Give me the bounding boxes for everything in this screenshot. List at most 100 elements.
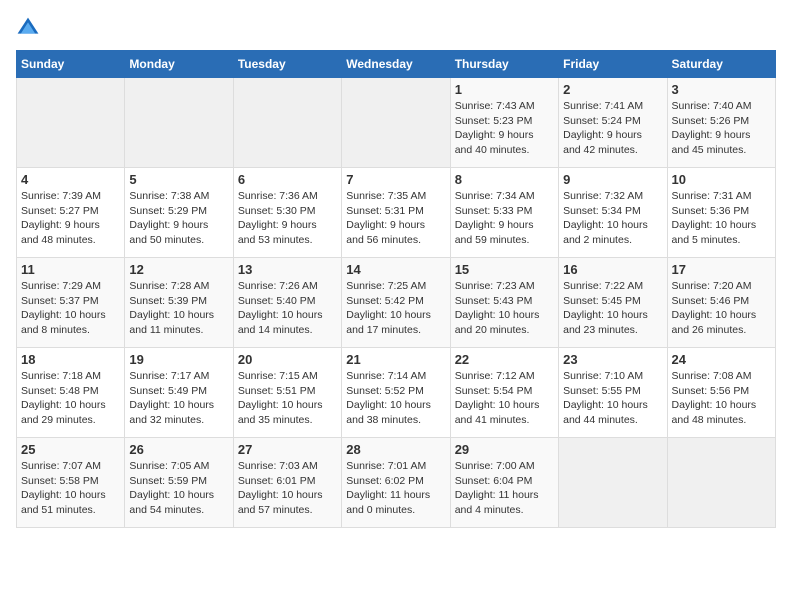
day-detail: Sunrise: 7:01 AM Sunset: 6:02 PM Dayligh… — [346, 459, 445, 518]
calendar-cell: 26 Sunrise: 7:05 AM Sunset: 5:59 PM Dayli… — [125, 438, 233, 528]
calendar-cell: 8 Sunrise: 7:34 AM Sunset: 5:33 PM Daylig… — [450, 168, 558, 258]
day-detail: Sunrise: 7:31 AM Sunset: 5:36 PM Dayligh… — [672, 189, 771, 248]
day-number: 18 — [21, 352, 120, 367]
calendar-cell: 19 Sunrise: 7:17 AM Sunset: 5:49 PM Dayli… — [125, 348, 233, 438]
day-detail: Sunrise: 7:15 AM Sunset: 5:51 PM Dayligh… — [238, 369, 337, 428]
calendar-cell: 10 Sunrise: 7:31 AM Sunset: 5:36 PM Dayli… — [667, 168, 775, 258]
day-detail: Sunrise: 7:08 AM Sunset: 5:56 PM Dayligh… — [672, 369, 771, 428]
week-row-2: 11 Sunrise: 7:29 AM Sunset: 5:37 PM Dayli… — [17, 258, 776, 348]
day-detail: Sunrise: 7:32 AM Sunset: 5:34 PM Dayligh… — [563, 189, 662, 248]
col-header-friday: Friday — [559, 51, 667, 78]
calendar-cell: 20 Sunrise: 7:15 AM Sunset: 5:51 PM Dayli… — [233, 348, 341, 438]
week-row-1: 4 Sunrise: 7:39 AM Sunset: 5:27 PM Daylig… — [17, 168, 776, 258]
day-number: 25 — [21, 442, 120, 457]
week-row-0: 1 Sunrise: 7:43 AM Sunset: 5:23 PM Daylig… — [17, 78, 776, 168]
calendar-cell — [233, 78, 341, 168]
calendar-cell: 3 Sunrise: 7:40 AM Sunset: 5:26 PM Daylig… — [667, 78, 775, 168]
calendar-cell: 15 Sunrise: 7:23 AM Sunset: 5:43 PM Dayli… — [450, 258, 558, 348]
day-number: 19 — [129, 352, 228, 367]
calendar-cell: 6Sunrise: 7:36 AM Sunset: 5:30 PM Daylig… — [233, 168, 341, 258]
day-number: 5 — [129, 172, 228, 187]
calendar-cell: 7 Sunrise: 7:35 AM Sunset: 5:31 PM Daylig… — [342, 168, 450, 258]
calendar-table: SundayMondayTuesdayWednesdayThursdayFrid… — [16, 50, 776, 528]
day-number: 17 — [672, 262, 771, 277]
day-number: 2 — [563, 82, 662, 97]
day-number: 26 — [129, 442, 228, 457]
day-number: 16 — [563, 262, 662, 277]
day-number: 20 — [238, 352, 337, 367]
day-detail: Sunrise: 7:43 AM Sunset: 5:23 PM Dayligh… — [455, 99, 554, 158]
day-number: 29 — [455, 442, 554, 457]
day-detail: Sunrise: 7:28 AM Sunset: 5:39 PM Dayligh… — [129, 279, 228, 338]
calendar-cell: 22 Sunrise: 7:12 AM Sunset: 5:54 PM Dayli… — [450, 348, 558, 438]
calendar-cell: 25 Sunrise: 7:07 AM Sunset: 5:58 PM Dayli… — [17, 438, 125, 528]
day-detail: Sunrise: 7:35 AM Sunset: 5:31 PM Dayligh… — [346, 189, 445, 248]
calendar-cell: 24 Sunrise: 7:08 AM Sunset: 5:56 PM Dayli… — [667, 348, 775, 438]
day-number: 22 — [455, 352, 554, 367]
day-number: 21 — [346, 352, 445, 367]
day-number: 27 — [238, 442, 337, 457]
calendar-cell — [125, 78, 233, 168]
calendar-cell: 5Sunrise: 7:38 AM Sunset: 5:29 PM Daylig… — [125, 168, 233, 258]
day-number: 8 — [455, 172, 554, 187]
day-detail: Sunrise: 7:14 AM Sunset: 5:52 PM Dayligh… — [346, 369, 445, 428]
page-header — [16, 16, 776, 40]
calendar-cell: 18 Sunrise: 7:18 AM Sunset: 5:48 PM Dayli… — [17, 348, 125, 438]
day-detail: Sunrise: 7:18 AM Sunset: 5:48 PM Dayligh… — [21, 369, 120, 428]
day-number: 11 — [21, 262, 120, 277]
calendar-cell: 23 Sunrise: 7:10 AM Sunset: 5:55 PM Dayli… — [559, 348, 667, 438]
calendar-cell: 12 Sunrise: 7:28 AM Sunset: 5:39 PM Dayli… — [125, 258, 233, 348]
logo — [16, 16, 44, 40]
calendar-cell — [342, 78, 450, 168]
day-number: 15 — [455, 262, 554, 277]
day-detail: Sunrise: 7:17 AM Sunset: 5:49 PM Dayligh… — [129, 369, 228, 428]
calendar-cell: 13Sunrise: 7:26 AM Sunset: 5:40 PM Dayli… — [233, 258, 341, 348]
day-detail: Sunrise: 7:07 AM Sunset: 5:58 PM Dayligh… — [21, 459, 120, 518]
day-detail: Sunrise: 7:23 AM Sunset: 5:43 PM Dayligh… — [455, 279, 554, 338]
header-row: SundayMondayTuesdayWednesdayThursdayFrid… — [17, 51, 776, 78]
calendar-cell — [559, 438, 667, 528]
day-detail: Sunrise: 7:10 AM Sunset: 5:55 PM Dayligh… — [563, 369, 662, 428]
day-detail: Sunrise: 7:25 AM Sunset: 5:42 PM Dayligh… — [346, 279, 445, 338]
day-number: 28 — [346, 442, 445, 457]
day-detail: Sunrise: 7:36 AM Sunset: 5:30 PM Dayligh… — [238, 189, 337, 248]
day-detail: Sunrise: 7:20 AM Sunset: 5:46 PM Dayligh… — [672, 279, 771, 338]
col-header-monday: Monday — [125, 51, 233, 78]
day-detail: Sunrise: 7:29 AM Sunset: 5:37 PM Dayligh… — [21, 279, 120, 338]
day-detail: Sunrise: 7:34 AM Sunset: 5:33 PM Dayligh… — [455, 189, 554, 248]
calendar-cell: 16 Sunrise: 7:22 AM Sunset: 5:45 PM Dayli… — [559, 258, 667, 348]
calendar-cell: 21 Sunrise: 7:14 AM Sunset: 5:52 PM Dayli… — [342, 348, 450, 438]
day-number: 10 — [672, 172, 771, 187]
calendar-cell — [17, 78, 125, 168]
col-header-saturday: Saturday — [667, 51, 775, 78]
day-detail: Sunrise: 7:41 AM Sunset: 5:24 PM Dayligh… — [563, 99, 662, 158]
day-number: 3 — [672, 82, 771, 97]
day-detail: Sunrise: 7:22 AM Sunset: 5:45 PM Dayligh… — [563, 279, 662, 338]
day-detail: Sunrise: 7:05 AM Sunset: 5:59 PM Dayligh… — [129, 459, 228, 518]
calendar-cell: 29Sunrise: 7:00 AM Sunset: 6:04 PM Dayli… — [450, 438, 558, 528]
week-row-3: 18 Sunrise: 7:18 AM Sunset: 5:48 PM Dayli… — [17, 348, 776, 438]
day-detail: Sunrise: 7:40 AM Sunset: 5:26 PM Dayligh… — [672, 99, 771, 158]
calendar-cell: 9 Sunrise: 7:32 AM Sunset: 5:34 PM Daylig… — [559, 168, 667, 258]
calendar-cell: 4 Sunrise: 7:39 AM Sunset: 5:27 PM Daylig… — [17, 168, 125, 258]
day-detail: Sunrise: 7:12 AM Sunset: 5:54 PM Dayligh… — [455, 369, 554, 428]
day-number: 13 — [238, 262, 337, 277]
calendar-cell — [667, 438, 775, 528]
day-number: 23 — [563, 352, 662, 367]
day-number: 9 — [563, 172, 662, 187]
day-number: 12 — [129, 262, 228, 277]
day-number: 1 — [455, 82, 554, 97]
col-header-tuesday: Tuesday — [233, 51, 341, 78]
day-detail: Sunrise: 7:39 AM Sunset: 5:27 PM Dayligh… — [21, 189, 120, 248]
calendar-cell: 11 Sunrise: 7:29 AM Sunset: 5:37 PM Dayli… — [17, 258, 125, 348]
col-header-sunday: Sunday — [17, 51, 125, 78]
day-number: 4 — [21, 172, 120, 187]
week-row-4: 25 Sunrise: 7:07 AM Sunset: 5:58 PM Dayli… — [17, 438, 776, 528]
logo-icon — [16, 16, 40, 40]
day-number: 14 — [346, 262, 445, 277]
day-number: 7 — [346, 172, 445, 187]
day-number: 24 — [672, 352, 771, 367]
calendar-cell: 14 Sunrise: 7:25 AM Sunset: 5:42 PM Dayli… — [342, 258, 450, 348]
calendar-cell: 28 Sunrise: 7:01 AM Sunset: 6:02 PM Dayli… — [342, 438, 450, 528]
calendar-cell: 2 Sunrise: 7:41 AM Sunset: 5:24 PM Daylig… — [559, 78, 667, 168]
